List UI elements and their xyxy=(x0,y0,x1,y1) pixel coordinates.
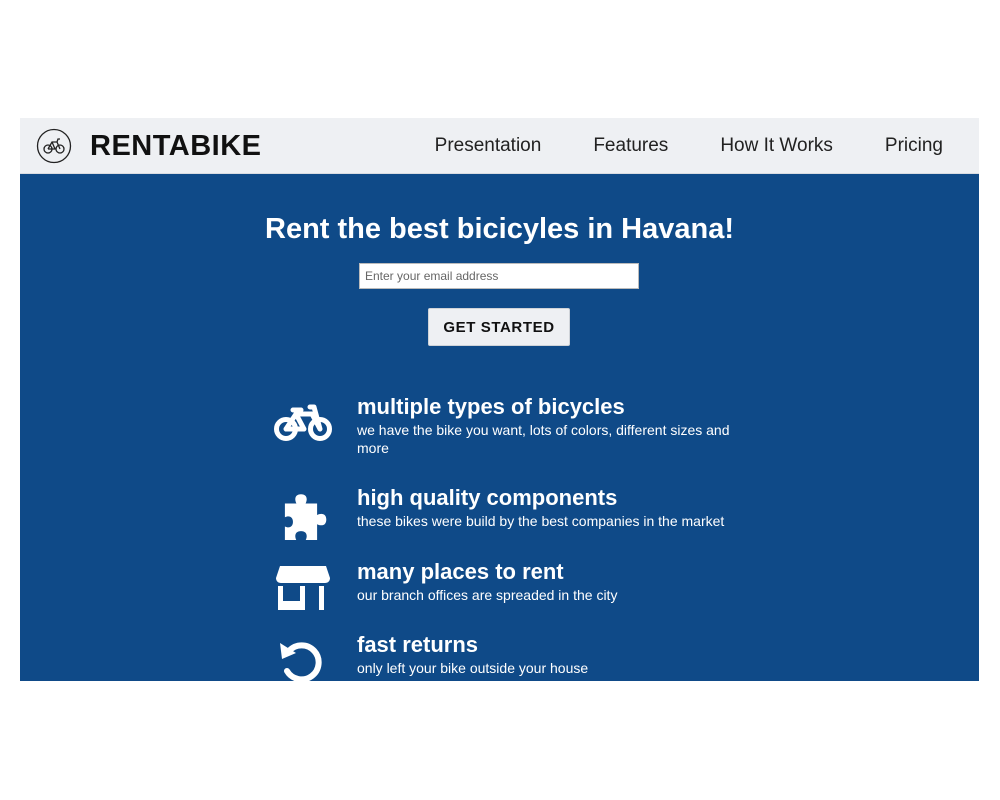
get-started-button[interactable]: GET STARTED xyxy=(428,308,570,346)
email-input[interactable] xyxy=(359,263,639,289)
feature-text: high quality components these bikes were… xyxy=(357,484,752,530)
feature-description: we have the bike you want, lots of color… xyxy=(357,422,730,456)
brand-name[interactable]: RENTABIKE xyxy=(90,127,262,165)
nav-link-presentation[interactable]: Presentation xyxy=(435,135,542,157)
nav-links: Presentation Features How It Works Prici… xyxy=(435,118,943,174)
feature-title: multiple types of bicycles xyxy=(357,394,625,419)
nav-link-pricing[interactable]: Pricing xyxy=(885,135,943,157)
navbar: RENTABIKE Presentation Features How It W… xyxy=(20,118,979,174)
puzzle-piece-icon xyxy=(274,490,334,540)
feature-text: fast returns only left your bike outside… xyxy=(357,631,752,677)
feature-description: only left your bike outside your house xyxy=(357,660,589,676)
nav-link-features[interactable]: Features xyxy=(593,135,668,157)
store-icon xyxy=(274,564,334,614)
feature-description: our branch offices are spreaded in the c… xyxy=(357,587,618,603)
page-viewport: RENTABIKE Presentation Features How It W… xyxy=(20,118,979,681)
feature-text: multiple types of bicycles we have the b… xyxy=(357,393,752,457)
feature-title: high quality components xyxy=(357,485,618,510)
feature-description: these bikes were build by the best compa… xyxy=(357,513,725,529)
feature-title: fast returns xyxy=(357,632,479,657)
hero-title: Rent the best bicicyles in Havana! xyxy=(265,213,734,245)
feature-text: many places to rent our branch offices a… xyxy=(357,558,752,604)
bike-logo-icon[interactable] xyxy=(36,128,72,164)
undo-arrow-icon xyxy=(274,637,334,681)
bicycle-icon xyxy=(274,399,334,449)
nav-link-how-it-works[interactable]: How It Works xyxy=(720,135,833,157)
feature-title: many places to rent xyxy=(357,559,564,584)
